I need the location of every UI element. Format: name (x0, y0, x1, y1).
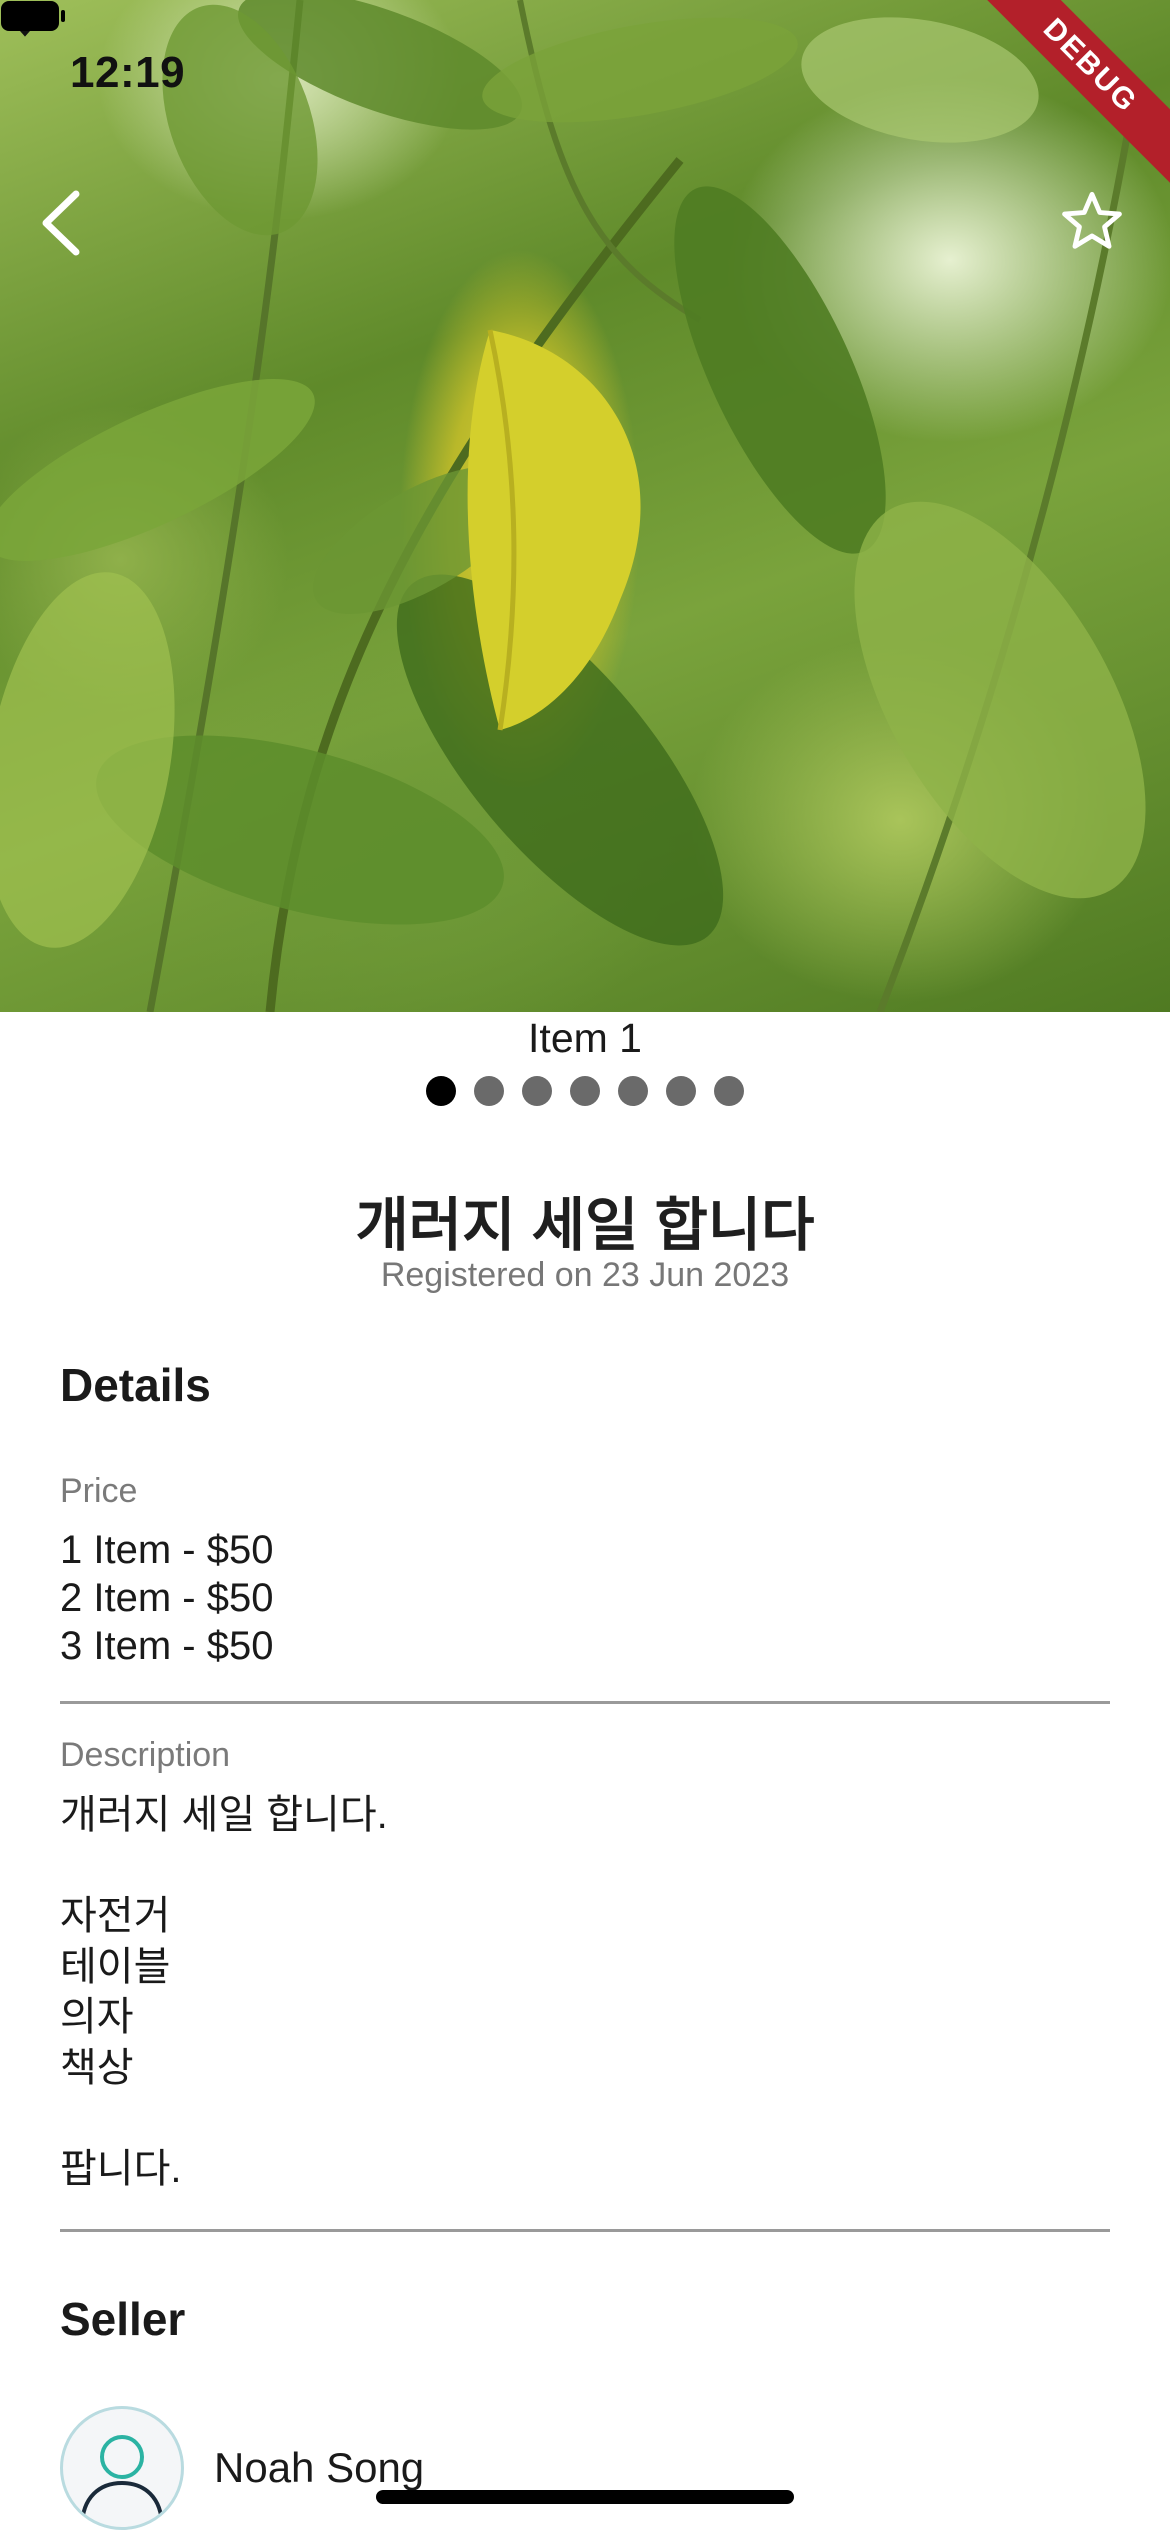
page-dot[interactable] (474, 1076, 504, 1106)
battery-icon (1, 1, 65, 31)
page-dot[interactable] (426, 1076, 456, 1106)
price-line: 3 Item - $50 (60, 1624, 274, 1668)
back-button[interactable] (38, 190, 118, 270)
status-bar: 12:19 DEBUG (0, 0, 1170, 191)
price-list: 1 Item - $50 2 Item - $50 3 Item - $50 (60, 1526, 273, 1670)
price-line: 1 Item - $50 (60, 1528, 274, 1572)
page-dot[interactable] (570, 1076, 600, 1106)
favorite-button[interactable] (1060, 190, 1136, 266)
avatar[interactable] (60, 2406, 184, 2530)
seller-name[interactable]: Noah Song (214, 2444, 424, 2492)
carousel-page-indicator[interactable] (0, 1076, 1170, 1106)
price-label: Price (60, 1472, 138, 1510)
seller-row[interactable]: Noah Song (60, 2406, 424, 2530)
page-dot[interactable] (618, 1076, 648, 1106)
leaves-illustration (0, 0, 1146, 1012)
chevron-left-icon (42, 190, 80, 256)
status-time: 12:19 (70, 48, 186, 97)
star-outline-icon (1062, 191, 1122, 249)
divider (60, 2229, 1110, 2232)
page-dot[interactable] (522, 1076, 552, 1106)
item-photo[interactable]: 12:19 DEBUG (0, 0, 1170, 1012)
home-indicator[interactable] (376, 2490, 794, 2504)
seller-heading: Seller (60, 2293, 186, 2345)
registered-date: Registered on 23 Jun 2023 (380, 1256, 790, 1294)
user-avatar-icon (80, 2435, 164, 2527)
item-detail-screen: 12:19 DEBUG Item 1 개러지 세일 합니다 Registered… (0, 0, 1170, 2532)
description-label: Description (60, 1736, 231, 1774)
page-dot[interactable] (714, 1076, 744, 1106)
price-line: 2 Item - $50 (60, 1576, 274, 1620)
page-dot[interactable] (666, 1076, 696, 1106)
description-text: 개러지 세일 합니다. 자전거 테이블 의자 책상 팝니다. (60, 1793, 388, 2191)
details-heading: Details (60, 1359, 211, 1411)
carousel-caption: Item 1 (528, 1015, 642, 1061)
item-title: 개러지 세일 합니다 (355, 1193, 815, 1258)
divider (60, 1701, 1110, 1704)
